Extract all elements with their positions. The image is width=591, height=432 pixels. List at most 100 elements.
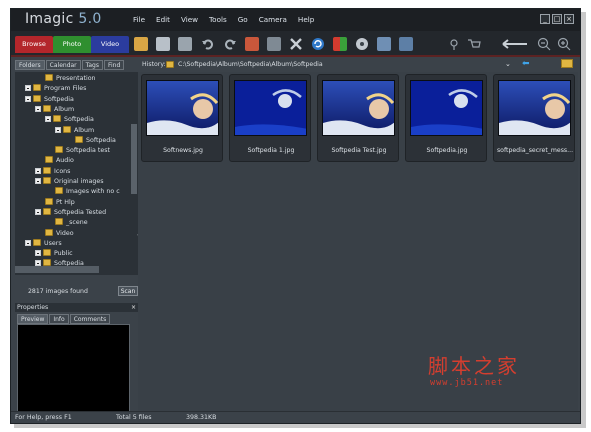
- folder-icon: [55, 218, 63, 226]
- print-preview-icon[interactable]: [178, 37, 192, 51]
- tab-info[interactable]: Info: [49, 314, 69, 324]
- tree-item[interactable]: Icons: [35, 166, 70, 177]
- folder-icon: [55, 187, 63, 195]
- tree-item[interactable]: Album: [55, 125, 94, 136]
- tree-expander-icon[interactable]: [35, 208, 41, 215]
- tree-expander-icon[interactable]: [25, 85, 31, 92]
- folder-icon: [55, 146, 63, 154]
- tree-expander-icon[interactable]: [55, 126, 61, 133]
- open-folder-icon[interactable]: [561, 59, 573, 68]
- properties-header: Properties ×: [15, 303, 138, 312]
- history-label: History:: [142, 61, 166, 68]
- cd-icon[interactable]: [355, 37, 369, 51]
- tree-item[interactable]: Album: [35, 104, 75, 115]
- tree-item-label: Album: [54, 105, 75, 113]
- zoom-in-icon[interactable]: [557, 37, 571, 51]
- scan-button[interactable]: Scan: [118, 286, 138, 296]
- close-button[interactable]: ×: [564, 14, 574, 24]
- camera-icon[interactable]: [447, 37, 461, 51]
- tree-item[interactable]: Softpedia: [65, 135, 116, 146]
- tree-item[interactable]: Public: [35, 249, 73, 259]
- toolbar: Browse Photo Video: [11, 31, 580, 57]
- history-dropdown-icon[interactable]: ⌄: [505, 60, 511, 68]
- tab-preview[interactable]: Preview: [17, 314, 49, 324]
- scanner-icon[interactable]: [134, 37, 148, 51]
- tree-item[interactable]: Pt Hlp: [35, 197, 75, 208]
- app-version: 5.0: [78, 11, 102, 27]
- tree-item[interactable]: Original images: [35, 177, 104, 187]
- menu-tools[interactable]: Tools: [209, 15, 227, 27]
- tree-item[interactable]: Softpedia test: [45, 146, 110, 156]
- watermark-url: www.jb51.net: [430, 378, 504, 388]
- undo-icon[interactable]: [201, 37, 215, 51]
- folder-icon: [45, 74, 53, 81]
- photo-mode-button[interactable]: Photo: [53, 36, 91, 53]
- folder-icon: [33, 84, 41, 92]
- properties-icon[interactable]: [267, 37, 281, 51]
- tree-horizontal-scrollbar[interactable]: [15, 266, 99, 273]
- tab-folders[interactable]: Folders: [15, 60, 45, 70]
- tree-expander-icon[interactable]: [25, 95, 31, 102]
- thumbnail-item[interactable]: Softpedia Test.jpg: [317, 74, 399, 162]
- maximize-button[interactable]: □: [552, 14, 562, 24]
- tree-item[interactable]: Program Files: [25, 84, 86, 94]
- thumbnail-item[interactable]: Softnews.jpg: [141, 74, 223, 162]
- webpage-icon[interactable]: [377, 37, 391, 51]
- tree-item[interactable]: Softpedia Tested: [35, 207, 106, 218]
- thumbnail-item[interactable]: softpedia_secret_mess...: [493, 74, 575, 162]
- status-bar: For Help, press F1 Total 5 files 398.31K…: [11, 411, 580, 423]
- minimize-button[interactable]: _: [540, 14, 550, 24]
- tree-expander-icon[interactable]: [35, 250, 41, 257]
- tree-item[interactable]: Images with no c: [45, 187, 120, 197]
- redo-icon[interactable]: [223, 37, 237, 51]
- tree-item[interactable]: Softpedia: [25, 94, 74, 105]
- properties-close-icon[interactable]: ×: [131, 303, 136, 312]
- thumbnail-item[interactable]: Softpedia 1.jpg: [229, 74, 311, 162]
- tree-expander-icon[interactable]: [35, 167, 41, 174]
- zoom-out-icon[interactable]: [537, 37, 551, 51]
- tree-expander-icon[interactable]: [35, 105, 41, 112]
- preview-area: [17, 324, 130, 414]
- menu-go[interactable]: Go: [238, 15, 248, 27]
- folder-icon: [45, 228, 53, 236]
- delete-icon[interactable]: [289, 37, 303, 51]
- menu-camera[interactable]: Camera: [259, 15, 287, 27]
- scrollbar-thumb[interactable]: [131, 124, 137, 194]
- arrow-icon[interactable]: [501, 37, 529, 51]
- print-icon[interactable]: [156, 37, 170, 51]
- menu-view[interactable]: View: [181, 15, 198, 27]
- tree-item-label: Presentation: [56, 75, 96, 82]
- tab-find[interactable]: Find: [103, 60, 125, 70]
- back-arrow-icon[interactable]: ⬅: [522, 59, 530, 69]
- tab-calendar[interactable]: Calendar: [45, 60, 81, 70]
- tree-item-label: Softpedia: [86, 136, 116, 144]
- tab-comments[interactable]: Comments: [69, 314, 111, 324]
- tree-expander-icon[interactable]: [35, 178, 41, 184]
- tree-expander-icon[interactable]: [45, 116, 51, 123]
- title-bar: Imagic 5.0 File Edit View Tools Go Camer…: [11, 9, 580, 31]
- tab-tags[interactable]: Tags: [81, 60, 103, 70]
- menu-help[interactable]: Help: [298, 15, 314, 27]
- slideshow-icon[interactable]: [333, 37, 347, 51]
- tree-item[interactable]: Presentation: [35, 74, 96, 84]
- tree-vertical-scrollbar[interactable]: [130, 72, 138, 275]
- tree-expander-icon[interactable]: [25, 239, 31, 246]
- tree-item[interactable]: _scene: [45, 218, 88, 228]
- refresh-icon[interactable]: [311, 37, 325, 51]
- menu-file[interactable]: File: [133, 15, 145, 27]
- edit-icon[interactable]: [245, 37, 259, 51]
- thumbnail-item[interactable]: Softpedia.jpg: [405, 74, 487, 162]
- tree-item[interactable]: Softpedia: [45, 115, 94, 125]
- left-tabs: Folders Calendar Tags Find: [15, 60, 125, 71]
- video-mode-button[interactable]: Video: [91, 36, 129, 53]
- history-path[interactable]: C:\Softpedia\Album\Softpedia\Album\Softp…: [178, 61, 323, 68]
- tree-item[interactable]: Audio: [35, 156, 74, 166]
- tree-item[interactable]: Users: [25, 238, 62, 249]
- tree-item[interactable]: Video: [35, 228, 74, 239]
- folder-icon: [45, 156, 53, 164]
- calendar-icon[interactable]: [399, 37, 413, 51]
- folder-icon: [43, 207, 51, 215]
- browse-mode-button[interactable]: Browse: [15, 36, 53, 53]
- cart-icon[interactable]: [467, 37, 481, 51]
- menu-edit[interactable]: Edit: [156, 15, 170, 27]
